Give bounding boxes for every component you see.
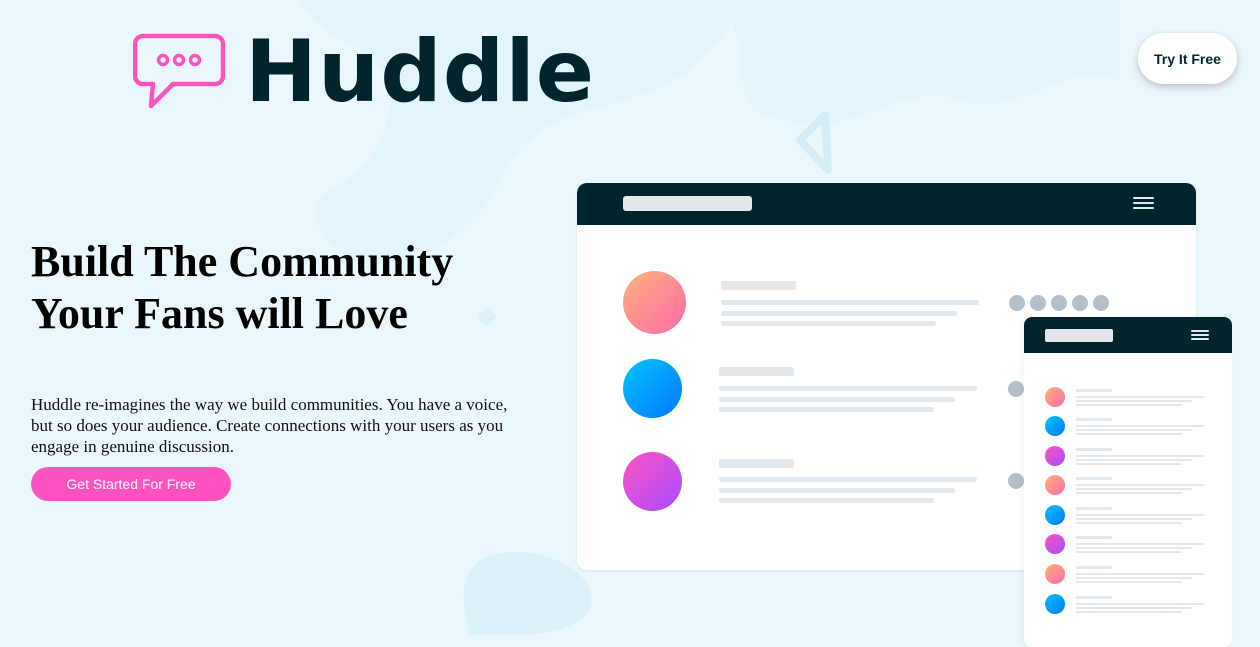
hamburger-menu-icon [1191,330,1209,340]
mockup-mobile-bar [1024,317,1232,353]
mockup-mobile-row [1024,446,1232,466]
mockup-avatar [623,359,682,418]
mockup-avatar [623,452,682,511]
hamburger-menu-icon [1133,197,1154,209]
mockup-mobile-row [1024,505,1232,525]
hero-title-line-1: Build The Community [31,237,454,286]
hero-title-line-2: Your Fans will Love [31,289,408,338]
mockup-mobile-row [1024,475,1232,495]
mockup-address-bar [623,196,752,211]
get-started-button[interactable]: Get Started For Free [31,467,231,501]
mockup-mobile-row [1024,387,1232,407]
hero-description: Huddle re-imagines the way we build comm… [31,395,508,456]
mockup-mobile-row [1024,534,1232,554]
hero-section: Build The Community Your Fans will Love … [31,236,511,457]
mockup-dots [1008,381,1024,397]
chat-bubble-logo-icon [133,33,225,109]
try-it-free-button[interactable]: Try It Free [1138,33,1237,84]
mockup-avatar [623,271,686,334]
mockup-mobile-row [1024,564,1232,584]
mockup-dots [1008,473,1024,489]
site-header: Huddle Try It Free [0,0,1260,130]
mockup-mobile-row [1024,594,1232,614]
mobile-mockup-illustration [1024,317,1232,647]
mockup-dots [1009,295,1109,311]
brand-logo[interactable]: Huddle [133,29,594,115]
mockup-mobile-address-bar [1045,329,1113,342]
mockup-browser-bar [577,183,1196,225]
hero-title: Build The Community Your Fans will Love [31,236,511,340]
mockup-mobile-row [1024,416,1232,436]
brand-name: Huddle [245,22,596,122]
